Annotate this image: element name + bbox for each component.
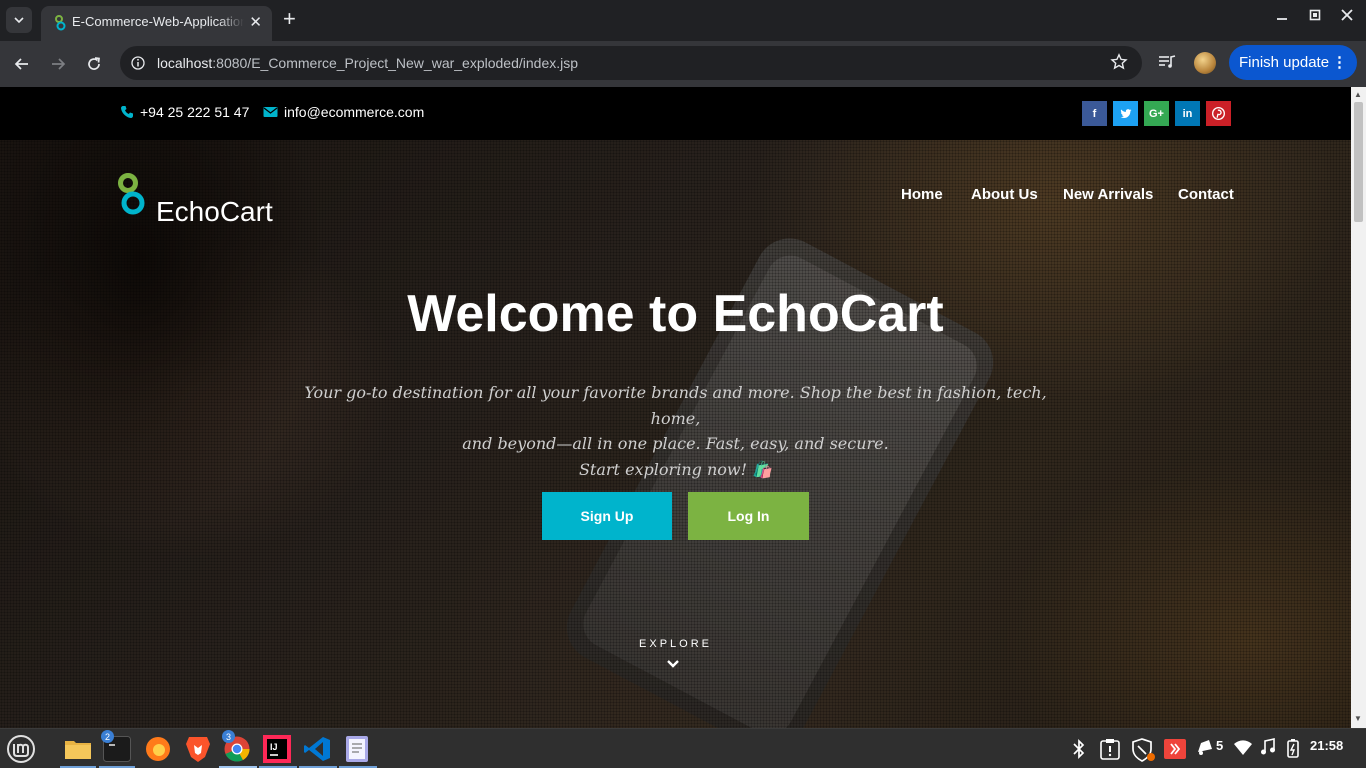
site-info-icon[interactable] [128, 53, 148, 73]
log-in-button[interactable]: Log In [688, 492, 809, 540]
kebab-menu-icon[interactable]: ⋮ [1332, 45, 1347, 80]
tab-title: E-Commerce-Web-Application [72, 14, 244, 29]
address-bar[interactable]: localhost:8080/E_Commerce_Project_New_wa… [120, 46, 1142, 80]
notification-count: 5 [1216, 738, 1224, 753]
forward-button[interactable] [45, 51, 71, 77]
terminal-window-count-badge: 2 [101, 730, 114, 743]
tab-search-button[interactable] [6, 7, 32, 33]
hero-tagline: Your go-to destination for all your favo… [300, 380, 1051, 482]
back-button[interactable] [9, 51, 35, 77]
echocart-favicon-icon [55, 15, 66, 31]
brand-name[interactable]: EchoCart [156, 196, 273, 228]
email-contact[interactable]: info@ecommerce.com [263, 104, 424, 120]
start-menu-icon[interactable] [5, 733, 37, 765]
battery-icon[interactable] [1285, 738, 1301, 761]
chevron-down-icon [14, 17, 24, 24]
page-viewport: +94 25 222 51 47 info@ecommerce.com f G+… [0, 87, 1351, 728]
text-editor-app-icon[interactable] [341, 733, 373, 765]
maximize-icon[interactable] [1309, 8, 1321, 25]
url-path: :8080/E_Commerce_Project_New_war_explode… [212, 55, 579, 71]
brave-app-icon[interactable] [182, 733, 214, 765]
hero-section: EchoCart Home About Us New Arrivals Cont… [0, 140, 1351, 728]
arrow-left-icon [14, 58, 28, 70]
scroll-up-icon[interactable]: ▲ [1354, 90, 1362, 99]
svg-text:IJ: IJ [270, 742, 278, 752]
tagline-line-2: and beyond—all in one place. Fast, easy,… [462, 434, 889, 453]
bookmark-star-icon[interactable] [1110, 53, 1128, 76]
browser-tabstrip: E-Commerce-Web-Application ✕ + [0, 0, 1366, 41]
nav-about-us[interactable]: About Us [971, 186, 1038, 203]
arrow-right-icon [52, 58, 66, 70]
nav-new-arrivals[interactable]: New Arrivals [1063, 186, 1153, 203]
clock[interactable]: 21:58 [1310, 738, 1343, 753]
media-control-icon[interactable] [1158, 54, 1178, 75]
sign-up-button[interactable]: Sign Up [542, 492, 672, 540]
tagline-line-3: Start exploring now! 🛍️ [578, 459, 773, 479]
linkedin-icon[interactable]: in [1175, 101, 1200, 126]
anydesk-icon[interactable] [1163, 738, 1187, 763]
minimize-icon[interactable] [1276, 8, 1288, 25]
update-manager-icon[interactable] [1100, 738, 1120, 763]
echocart-logo-icon[interactable] [116, 172, 148, 220]
phone-contact[interactable]: +94 25 222 51 47 [120, 104, 249, 120]
hero-title: Welcome to EchoCart [407, 285, 944, 343]
pinterest-icon[interactable] [1206, 101, 1231, 126]
nav-contact[interactable]: Contact [1178, 186, 1234, 203]
facebook-icon[interactable]: f [1082, 101, 1107, 126]
contact-topbar: +94 25 222 51 47 info@ecommerce.com f G+… [0, 87, 1351, 140]
tagline-line-1: Your go-to destination for all your favo… [304, 383, 1047, 428]
browser-tab[interactable]: E-Commerce-Web-Application ✕ [41, 6, 272, 41]
email-address: info@ecommerce.com [284, 104, 425, 120]
profile-avatar[interactable] [1194, 52, 1216, 74]
phone-icon [121, 106, 133, 118]
close-window-icon[interactable] [1341, 8, 1353, 25]
page-scrollbar[interactable]: ▲ ▼ [1351, 87, 1366, 728]
url-text[interactable]: localhost:8080/E_Commerce_Project_New_wa… [157, 55, 578, 71]
firefox-app-icon[interactable] [142, 733, 174, 765]
chrome-window-count-badge: 3 [222, 730, 235, 743]
finish-update-label: Finish update [1239, 54, 1330, 71]
google-plus-icon[interactable]: G+ [1144, 101, 1169, 126]
new-tab-button[interactable]: + [283, 7, 296, 31]
os-taskbar: 2 3 IJ 5 21:58 [0, 728, 1366, 768]
finish-update-button[interactable]: Finish update ⋮ [1229, 45, 1357, 80]
reload-button[interactable] [81, 51, 107, 77]
notifications-icon[interactable] [1196, 738, 1214, 759]
nav-home[interactable]: Home [901, 186, 943, 203]
chevron-down-icon[interactable] [666, 659, 680, 669]
tab-close-icon[interactable]: ✕ [249, 13, 262, 31]
bluetooth-icon[interactable] [1070, 738, 1088, 763]
browser-toolbar: localhost:8080/E_Commerce_Project_New_wa… [0, 41, 1366, 87]
reload-icon [88, 57, 100, 70]
url-host: localhost [157, 55, 213, 71]
explore-link[interactable]: EXPLORE [0, 638, 1351, 650]
scroll-down-icon[interactable]: ▼ [1354, 714, 1362, 723]
sound-icon[interactable] [1260, 738, 1276, 759]
phone-number: +94 25 222 51 47 [140, 104, 250, 120]
shield-icon[interactable] [1131, 738, 1157, 765]
twitter-icon[interactable] [1113, 101, 1138, 126]
envelope-icon [263, 107, 278, 117]
files-app-icon[interactable] [62, 733, 94, 765]
wifi-icon[interactable] [1233, 738, 1253, 759]
vscode-app-icon[interactable] [301, 733, 333, 765]
scroll-thumb[interactable] [1354, 102, 1363, 222]
intellij-app-icon[interactable]: IJ [261, 733, 293, 765]
